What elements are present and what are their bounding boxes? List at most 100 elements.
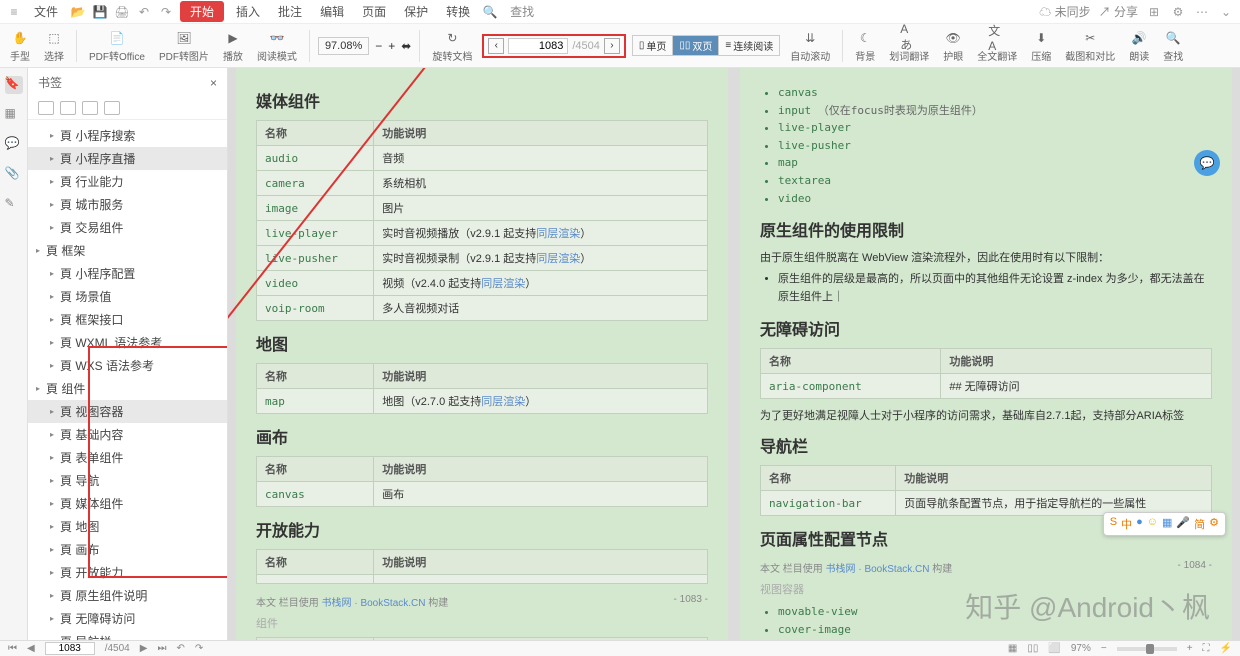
menu-icon[interactable]: ≡ bbox=[6, 4, 22, 20]
view-continuous[interactable]: ≡ 连续阅读 bbox=[719, 36, 779, 55]
fit-width-icon[interactable]: ⬌ bbox=[401, 39, 411, 53]
sb-more[interactable]: ⚡ bbox=[1220, 643, 1232, 654]
rotate-doc[interactable]: ↻旋转文档 bbox=[428, 29, 476, 63]
list-item[interactable]: map bbox=[778, 154, 1212, 172]
pdf-to-office[interactable]: 📄PDF转Office bbox=[85, 29, 149, 63]
sb-zoom-out[interactable]: − bbox=[1101, 643, 1107, 654]
tab-annot[interactable]: 批注 bbox=[272, 1, 308, 22]
sb-zoom-in[interactable]: + bbox=[1187, 643, 1193, 654]
component-link[interactable]: canvas bbox=[265, 488, 305, 501]
zoom-out-icon[interactable]: − bbox=[375, 39, 382, 53]
tab-protect[interactable]: 保护 bbox=[398, 1, 434, 22]
tree-node[interactable]: ▸ 頁 小程序配置 bbox=[28, 262, 227, 285]
tree-node[interactable]: ▸ 頁 行业能力 bbox=[28, 170, 227, 193]
file-menu[interactable]: 文件 bbox=[28, 1, 64, 22]
gift-icon[interactable]: ⊞ bbox=[1146, 4, 1162, 20]
next-page[interactable]: › bbox=[604, 38, 620, 54]
compress[interactable]: ⬇压缩 bbox=[1027, 29, 1055, 63]
floating-help-button[interactable]: 💬 bbox=[1194, 150, 1220, 176]
share-button[interactable]: ↗ 分享 bbox=[1099, 3, 1138, 20]
component-link[interactable]: live-player bbox=[265, 227, 338, 240]
list-item[interactable]: live-pusher bbox=[778, 137, 1212, 155]
tree-node[interactable]: ▸ 頁 导航栏 bbox=[28, 630, 227, 640]
zoom-in-icon[interactable]: + bbox=[388, 39, 395, 53]
tree-node[interactable]: ▸ 頁 原生组件说明 bbox=[28, 584, 227, 607]
tree-node[interactable]: ▸ 頁 表单组件 bbox=[28, 446, 227, 469]
search-label[interactable]: 查找 bbox=[504, 1, 540, 22]
sb-fwd[interactable]: ↷ bbox=[195, 643, 203, 654]
attachment-icon[interactable]: 📎 bbox=[5, 166, 23, 184]
view-double[interactable]: ▯▯ 双页 bbox=[673, 36, 719, 55]
component-link[interactable]: audio bbox=[265, 152, 298, 165]
read-mode[interactable]: 👓阅读模式 bbox=[253, 29, 301, 63]
comment-icon[interactable]: 💬 bbox=[5, 136, 23, 154]
sb-prev[interactable]: ◀ bbox=[27, 643, 35, 654]
tab-insert[interactable]: 插入 bbox=[230, 1, 266, 22]
undo-icon[interactable]: ↶ bbox=[136, 4, 152, 20]
screenshot-compare[interactable]: ✂截图和对比 bbox=[1061, 29, 1119, 63]
list-item[interactable]: movable-view bbox=[778, 603, 1212, 621]
sb-zoom-slider[interactable] bbox=[1117, 647, 1177, 651]
view-single[interactable]: ▯ 单页 bbox=[633, 36, 674, 55]
hand-tool[interactable]: ✋手型 bbox=[6, 29, 34, 63]
bookmark-icon[interactable]: 🔖 bbox=[5, 76, 23, 94]
tree-node[interactable]: ▸ 頁 视图容器 bbox=[28, 400, 227, 423]
tab-convert[interactable]: 转换 bbox=[440, 1, 476, 22]
component-link[interactable]: camera bbox=[265, 177, 305, 190]
list-item[interactable]: textarea bbox=[778, 172, 1212, 190]
search-icon[interactable]: 🔍 bbox=[482, 4, 498, 20]
thumbnail-icon[interactable]: ▦ bbox=[5, 106, 23, 124]
tree-node[interactable]: ▸ 頁 小程序搜索 bbox=[28, 124, 227, 147]
tree-node[interactable]: ▸ 頁 导航 bbox=[28, 469, 227, 492]
tree-node[interactable]: ▸ 頁 城市服务 bbox=[28, 193, 227, 216]
sb-back[interactable]: ↶ bbox=[176, 643, 184, 654]
tab-edit[interactable]: 编辑 bbox=[314, 1, 350, 22]
sb-fullscreen[interactable]: ⛶ bbox=[1203, 643, 1210, 654]
tree-node[interactable]: ▸ 頁 交易组件 bbox=[28, 216, 227, 239]
tree-node[interactable]: ▸ 頁 开放能力 bbox=[28, 561, 227, 584]
list-item[interactable]: cover-image bbox=[778, 621, 1212, 639]
tab-page[interactable]: 页面 bbox=[356, 1, 392, 22]
tree-node[interactable]: ▸ 頁 无障碍访问 bbox=[28, 607, 227, 630]
page-input[interactable] bbox=[508, 38, 568, 54]
tree-node[interactable]: ▸ 頁 框架接口 bbox=[28, 308, 227, 331]
tree-node[interactable]: ▸ 頁 WXML 语法参考 bbox=[28, 331, 227, 354]
background[interactable]: ☾背景 bbox=[851, 29, 879, 63]
sb-view-icon[interactable]: ▦ bbox=[1008, 643, 1017, 654]
word-translate[interactable]: Aあ划词翻译 bbox=[885, 29, 933, 63]
full-translate[interactable]: 文A全文翻译 bbox=[973, 29, 1021, 63]
autoscroll[interactable]: ⇊自动滚动 bbox=[786, 29, 834, 63]
signature-icon[interactable]: ✎ bbox=[5, 196, 23, 214]
tree-node[interactable]: ▸ 頁 小程序直播 bbox=[28, 147, 227, 170]
bm-tool-1[interactable] bbox=[38, 101, 54, 115]
tree-node[interactable]: ▸ 頁 地图 bbox=[28, 515, 227, 538]
open-icon[interactable]: 📂 bbox=[70, 4, 86, 20]
read-aloud[interactable]: 🔊朗读 bbox=[1125, 29, 1153, 63]
settings-icon[interactable]: ⚙ bbox=[1170, 4, 1186, 20]
close-sidebar[interactable]: × bbox=[210, 76, 217, 90]
pdf-to-image[interactable]: 🖼PDF转图片 bbox=[155, 29, 213, 63]
more-icon[interactable]: ⋯ bbox=[1194, 4, 1210, 20]
list-item[interactable]: canvas bbox=[778, 84, 1212, 102]
component-link[interactable]: voip-room bbox=[265, 302, 325, 315]
eye-protect[interactable]: 👁护眼 bbox=[939, 29, 967, 63]
tree-node[interactable]: ▸ 頁 场景值 bbox=[28, 285, 227, 308]
tree-node[interactable]: ▸ 頁 基础内容 bbox=[28, 423, 227, 446]
list-item[interactable]: live-player bbox=[778, 119, 1212, 137]
ime-toolbar[interactable]: S中●☺▦🎤简⚙ bbox=[1103, 512, 1226, 536]
component-link[interactable]: live-pusher bbox=[265, 252, 338, 265]
tree-node[interactable]: ▸ 頁 框架 bbox=[28, 239, 227, 262]
bm-tool-3[interactable] bbox=[82, 101, 98, 115]
component-link[interactable]: navigation-bar bbox=[769, 497, 862, 510]
component-link[interactable]: image bbox=[265, 202, 298, 215]
find[interactable]: 🔍查找 bbox=[1159, 29, 1187, 63]
list-item[interactable]: input （仅在focus时表现为原生组件） bbox=[778, 102, 1212, 120]
sync-status[interactable]: ☁ 未同步 bbox=[1039, 3, 1090, 20]
redo-icon[interactable]: ↷ bbox=[158, 4, 174, 20]
tree-node[interactable]: ▸ 頁 WXS 语法参考 bbox=[28, 354, 227, 377]
sb-next[interactable]: ▶ bbox=[140, 643, 148, 654]
component-link[interactable]: aria-component bbox=[769, 380, 862, 393]
bm-tool-4[interactable] bbox=[104, 101, 120, 115]
list-item[interactable]: video bbox=[778, 190, 1212, 208]
tree-node[interactable]: ▸ 頁 组件 bbox=[28, 377, 227, 400]
